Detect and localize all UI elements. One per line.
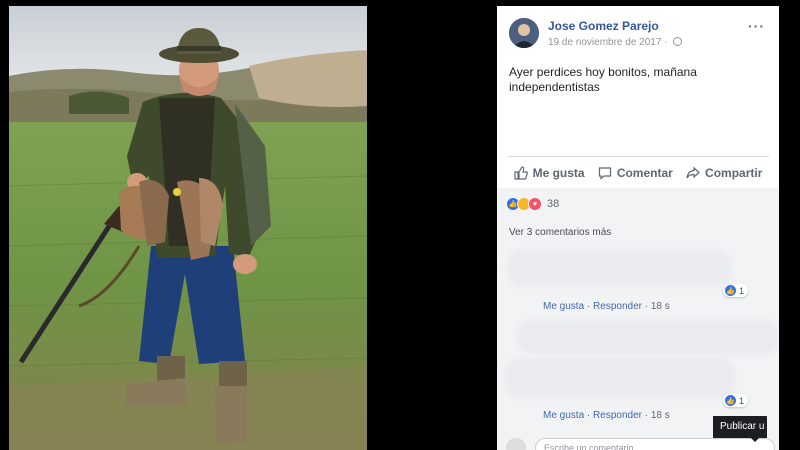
like-button-label: Me gusta: [532, 166, 585, 180]
like-icon: 👍: [725, 395, 736, 406]
post-header: Jose Gomez Parejo 19 de noviembre de 201…: [509, 18, 767, 58]
author-avatar[interactable]: [509, 18, 539, 48]
author-name[interactable]: Jose Gomez Parejo: [548, 19, 659, 33]
thumbs-up-icon: [513, 166, 528, 180]
comment-like-count[interactable]: 👍 1: [723, 394, 749, 407]
avatar-image: [509, 18, 539, 48]
ellipsis-icon[interactable]: ···: [748, 18, 765, 34]
comment-input[interactable]: Escribe un comentario...: [535, 438, 775, 450]
comment-time: · 18 s: [644, 410, 670, 421]
comment-bubble: [507, 250, 732, 286]
comment-like-link[interactable]: Me gusta: [543, 410, 584, 421]
comment-button[interactable]: Comentar: [598, 166, 673, 180]
post-actions-bar: Me gusta Comentar Compartir: [507, 156, 769, 190]
comment-time: · 18 s: [644, 301, 670, 312]
publish-tooltip: Publicar u: [713, 416, 767, 438]
share-arrow-icon: [686, 166, 700, 179]
reaction-count: 38: [547, 198, 560, 210]
comment-like-count[interactable]: 👍 1: [723, 284, 749, 297]
like-button[interactable]: Me gusta: [513, 166, 585, 180]
user-avatar: [506, 438, 526, 450]
comment-reply-link[interactable]: Responder: [593, 410, 642, 421]
reactions-summary[interactable]: 👍 ♥ 38: [506, 197, 559, 211]
separator: ·: [586, 410, 591, 421]
comment-bubble: [505, 358, 735, 398]
post-date[interactable]: 19 de noviembre de 2017 ·: [548, 37, 683, 48]
comment-bubble: [517, 320, 779, 354]
comments-section: 👍 ♥ 38 Ver 3 comentarios más 👍 1 Me gust…: [497, 188, 779, 450]
hunter-photo-image: [9, 6, 367, 450]
photo-viewer: [0, 0, 497, 450]
view-more-comments-link[interactable]: Ver 3 comentarios más: [509, 227, 611, 238]
comment-meta: Me gusta · Responder · 18 s: [543, 301, 670, 312]
like-icon: 👍: [725, 285, 736, 296]
comment-like-count-value: 1: [739, 285, 745, 296]
comment-meta: Me gusta · Responder · 18 s: [543, 410, 670, 421]
separator: ·: [586, 301, 591, 312]
tooltip-arrow: [750, 437, 760, 442]
globe-icon: [673, 37, 683, 46]
love-icon: ♥: [528, 197, 542, 211]
share-button-label: Compartir: [705, 166, 763, 180]
comment-reply-link[interactable]: Responder: [593, 301, 642, 312]
speech-bubble-icon: [598, 167, 611, 180]
post-photo[interactable]: [9, 6, 367, 450]
post-side-panel: Jose Gomez Parejo 19 de noviembre de 201…: [497, 6, 779, 450]
comment-button-label: Comentar: [616, 166, 673, 180]
comment-like-link[interactable]: Me gusta: [543, 301, 584, 312]
comment-like-count-value: 1: [739, 395, 745, 406]
share-button[interactable]: Compartir: [686, 166, 762, 180]
post-text: Ayer perdices hoy bonitos, mañana indepe…: [509, 65, 697, 94]
post-date-text: 19 de noviembre de 2017 ·: [548, 37, 668, 48]
